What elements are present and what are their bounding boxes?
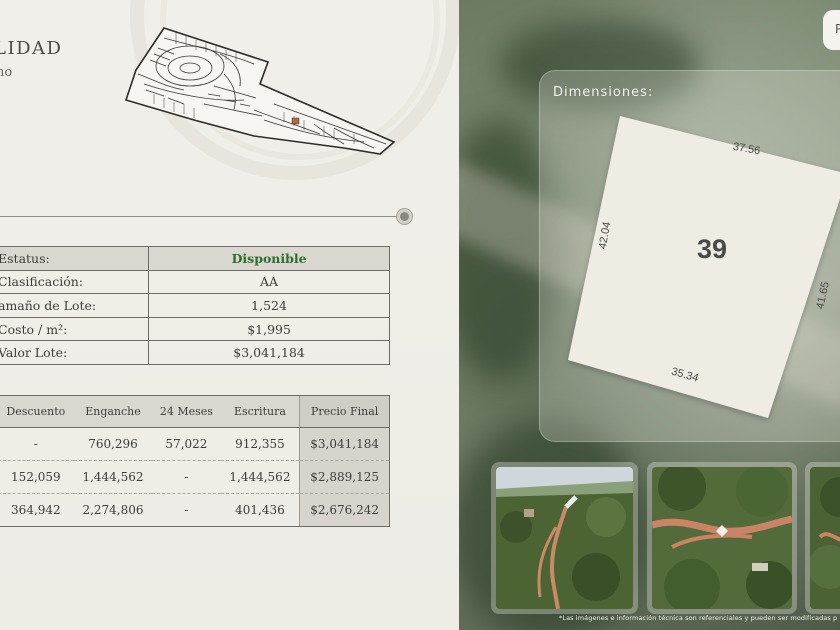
corner-button-label: P [835, 22, 840, 36]
table-row: Valor Lote: $3,041,184 [0, 340, 390, 365]
table-row: Estatus: Disponible [0, 246, 390, 271]
table-cell: 57,022 [152, 427, 221, 461]
info-label: Costo / m²: [0, 317, 150, 342]
table-cell: 760,296 [73, 427, 153, 461]
table-cell: - [152, 460, 221, 494]
aerial-photo [652, 467, 792, 609]
info-label: Estatus: [0, 246, 150, 271]
table-row: - 760,296 57,022 912,355 $3,041,184 [0, 427, 390, 461]
column-header: Descuento [0, 395, 74, 428]
info-label: amaño de Lote: [0, 293, 150, 318]
page-title: LIDAD [0, 38, 63, 59]
gallery-thumbnail[interactable] [647, 462, 797, 614]
lot-polygon [568, 116, 840, 418]
info-value: 1,524 [148, 293, 390, 318]
table-cell: - [152, 493, 221, 527]
table-row: amaño de Lote: 1,524 [0, 293, 390, 318]
table-cell: 401,436 [220, 493, 300, 527]
table-cell: - [0, 427, 74, 461]
column-header: Enganche [73, 395, 153, 428]
side-length-right: 41.65 [814, 281, 831, 310]
info-label: Clasificación: [0, 270, 150, 295]
table-row: Clasificación: AA [0, 270, 390, 295]
table-cell: 152,059 [0, 460, 74, 494]
info-value: $1,995 [148, 317, 390, 342]
slider-handle[interactable] [397, 209, 412, 224]
table-cell: 364,942 [0, 493, 74, 527]
status-badge: Disponible [148, 246, 390, 271]
final-price-cell: $2,889,125 [299, 460, 390, 494]
table-cell: 1,444,562 [73, 460, 153, 494]
site-plan-map [124, 27, 396, 155]
table-cell: 2,274,806 [73, 493, 153, 527]
lot-label: 39 [697, 234, 727, 264]
dimensions-title: Dimensiones: [553, 85, 654, 100]
aerial-photo [496, 467, 633, 609]
gallery-thumbnail[interactable] [491, 462, 638, 614]
current-lot-marker [291, 117, 300, 125]
lot-info-panel: LIDAD no 9 [0, 0, 459, 630]
lot-info-table: Estatus: Disponible Clasificación: AA am… [0, 246, 390, 365]
table-row: 152,059 1,444,562 - 1,444,562 $2,889,125 [0, 460, 390, 494]
gallery-thumbnail[interactable] [805, 462, 840, 614]
disclaimer-text: *Las imágenes e información técnica son … [559, 614, 838, 622]
final-price-cell: $2,676,242 [299, 493, 390, 527]
info-value: AA [148, 270, 390, 295]
slider-track[interactable] [0, 216, 404, 217]
final-price-cell: $3,041,184 [299, 427, 390, 461]
table-cell: 912,355 [220, 427, 300, 461]
column-header: Escritura [220, 395, 300, 428]
table-row: 364,942 2,274,806 - 401,436 $2,676,242 [0, 493, 390, 527]
info-value: $3,041,184 [148, 340, 390, 365]
aerial-photo [810, 467, 840, 609]
lot-diagram: 39 37.56 42.04 41.65 35.34 [568, 116, 840, 418]
table-cell: 1,444,562 [220, 460, 300, 494]
info-label: Valor Lote: [0, 340, 150, 365]
column-header: 24 Meses [152, 395, 221, 428]
table-header-row: Descuento Enganche 24 Meses Escritura Pr… [0, 395, 390, 428]
page-subtitle: no [0, 65, 13, 80]
payment-plan-table: Descuento Enganche 24 Meses Escritura Pr… [0, 395, 390, 527]
table-row: Costo / m²: $1,995 [0, 317, 390, 342]
corner-button[interactable]: P [823, 10, 840, 50]
column-header: Precio Final [299, 395, 390, 428]
